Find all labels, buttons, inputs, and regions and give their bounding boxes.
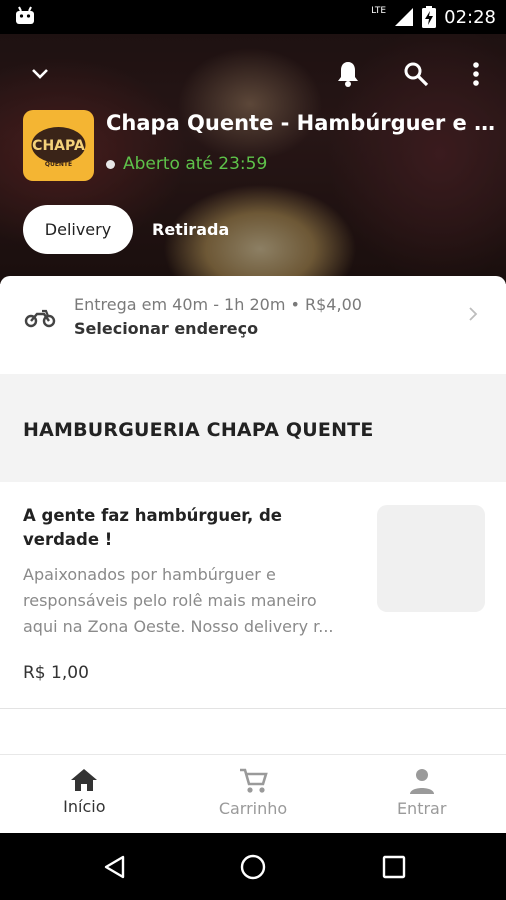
list-continuation [0, 709, 506, 754]
signal-icon [395, 8, 414, 26]
system-home-button[interactable] [237, 851, 269, 883]
delivery-eta: Entrega em 40m - 1h 20m • R$4,00 [74, 295, 362, 314]
status-bar: LTE 02:28 [0, 0, 506, 34]
nav-home-label: Início [63, 797, 106, 816]
bell-icon [338, 62, 358, 87]
bottom-navigation: Início Carrinho Entrar [0, 754, 506, 833]
tab-pickup[interactable]: Retirada [152, 205, 229, 254]
system-back-button[interactable] [98, 851, 130, 883]
section-title: HAMBURGUERIA CHAPA QUENTE [23, 419, 374, 441]
collapse-button[interactable] [25, 59, 55, 89]
store-open-status: Aberto até 23:59 [106, 154, 267, 174]
system-navigation-bar [0, 833, 506, 900]
clock: 02:28 [444, 6, 496, 28]
open-hours-text: Aberto até 23:59 [123, 154, 268, 174]
store-logo-image: CHAPA QUENTE [31, 127, 86, 168]
menu-section-header: HAMBURGUERIA CHAPA QUENTE [0, 374, 506, 482]
store-title: Chapa Quente - Hambúrguer e Batata [106, 111, 498, 135]
back-triangle-icon [104, 855, 125, 879]
cart-icon [240, 768, 268, 793]
home-circle-icon [240, 854, 266, 880]
nav-cart-label: Carrinho [218, 799, 288, 818]
recents-square-icon [382, 855, 406, 879]
product-description: Apaixonados por hambúrguer e responsávei… [23, 562, 368, 640]
chevron-down-icon [32, 69, 48, 79]
logo-subtext: QUENTE [45, 161, 72, 168]
delivery-address-card[interactable]: Entrega em 40m - 1h 20m • R$4,00 Selecio… [0, 276, 506, 374]
home-icon [71, 769, 98, 791]
product-description-line: Apaixonados por hambúrguer e [23, 565, 276, 584]
more-vertical-icon [473, 62, 479, 86]
nav-login-label: Entrar [396, 799, 447, 818]
search-icon [404, 62, 429, 87]
product-description-line: aqui na Zona Oeste. Nosso delivery r... [23, 617, 334, 636]
system-recents-button[interactable] [378, 851, 410, 883]
status-dot [106, 159, 115, 169]
motorcycle-icon [24, 309, 56, 328]
product-description-line: responsáveis pelo rolê mais maneiro [23, 591, 317, 610]
battery-icon [422, 6, 437, 28]
notifications-button[interactable] [333, 59, 363, 89]
nav-cart[interactable]: Carrinho [169, 755, 338, 833]
search-button[interactable] [401, 59, 431, 89]
person-icon [409, 769, 434, 794]
product-card[interactable]: A gente faz hambúrguer, de verdade ! Apa… [0, 482, 506, 709]
chevron-right-icon [469, 307, 478, 321]
product-name: A gente faz hambúrguer, de verdade ! [23, 506, 282, 549]
nav-home[interactable]: Início [0, 755, 169, 833]
tab-delivery[interactable]: Delivery [23, 205, 133, 254]
store-logo: CHAPA QUENTE [23, 110, 94, 181]
select-address-label: Selecionar endereço [74, 319, 259, 338]
network-type-label: LTE [371, 6, 387, 16]
logo-text: CHAPA [32, 138, 85, 154]
product-price: R$ 1,00 [23, 663, 89, 683]
more-options-button[interactable] [461, 59, 491, 89]
nav-login[interactable]: Entrar [337, 755, 506, 833]
product-image-placeholder [377, 505, 485, 612]
android-debug-icon [16, 6, 34, 24]
